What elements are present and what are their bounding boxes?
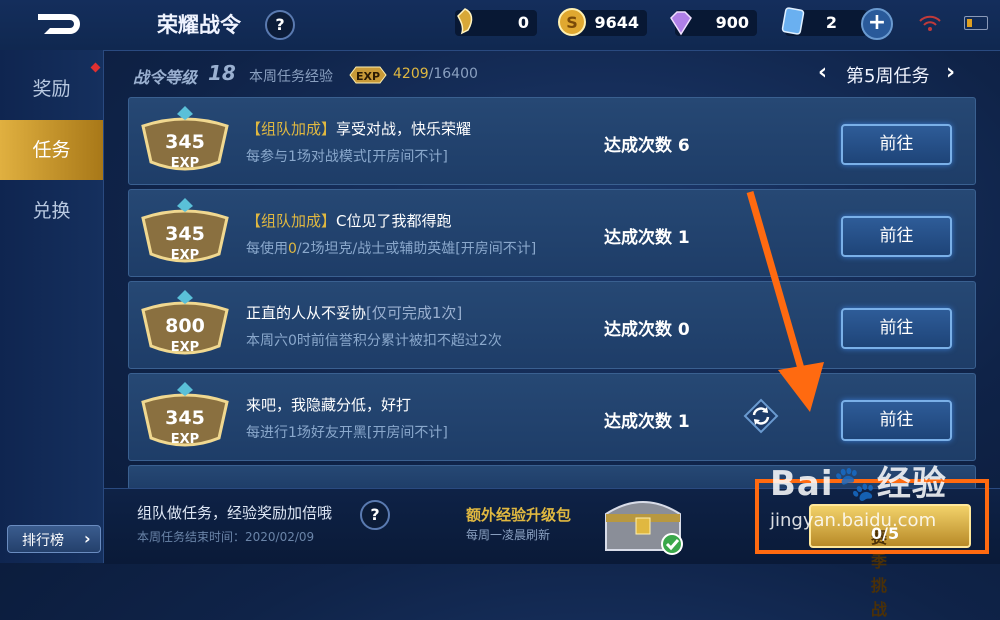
- completion-count: 达成次数 0: [604, 320, 690, 340]
- weekly-exp-label: 本周任务经验: [249, 69, 333, 85]
- exp-medal-icon: 800 EXP: [141, 290, 229, 355]
- medal-exp-label: EXP: [171, 248, 199, 263]
- leaderboard-button[interactable]: 排行榜 ›: [7, 525, 101, 553]
- diamond-icon: [670, 11, 692, 36]
- next-week-button[interactable]: ›: [946, 60, 955, 85]
- task-row: 345 EXP 【组队加成】享受对战，快乐荣耀 每参与1场对战模式[开房间不计]…: [128, 97, 976, 185]
- task-description: 每参与1场对战模式[开房间不计]: [246, 149, 448, 165]
- svg-text:S: S: [566, 13, 578, 32]
- voucher-amount: 2: [825, 13, 837, 32]
- exp-badge-icon: EXP: [349, 66, 387, 84]
- exp-current: 4209: [393, 66, 429, 82]
- voucher-card-icon: [781, 7, 805, 35]
- pass-level-label: 战令等级: [133, 68, 198, 87]
- prev-week-button[interactable]: ‹: [818, 60, 827, 85]
- task-title: 来吧，我隐藏分低，好打: [246, 394, 411, 415]
- week-end-time: 本周任务结束时间：2020/02/09: [137, 530, 315, 544]
- sidebar-item-tasks[interactable]: 任务: [0, 120, 103, 180]
- exp-max: /16400: [428, 66, 478, 82]
- task-row: 800 EXP 正直的人从不妥协[仅可完成1次] 本周六0时前信誉积分累计被扣不…: [128, 281, 976, 369]
- page-title: 荣耀战令: [157, 13, 241, 37]
- task-title: 正直的人从不妥协[仅可完成1次]: [246, 302, 462, 323]
- sidebar-item-exchange[interactable]: 兑换: [0, 181, 103, 241]
- task-title-text: C位见了我都得跑: [336, 212, 452, 230]
- add-voucher-button[interactable]: +: [861, 8, 893, 40]
- task-title: 【组队加成】C位见了我都得跑: [246, 210, 452, 231]
- completion-count: 达成次数 1: [604, 412, 690, 432]
- wifi-icon: [919, 15, 941, 31]
- back-arrow-icon[interactable]: [30, 8, 82, 40]
- go-button[interactable]: 前往: [841, 124, 952, 165]
- exp-medal-icon: 345 EXP: [141, 382, 229, 447]
- help-button[interactable]: ?: [265, 10, 295, 40]
- exp-pack-title: 额外经验升级包: [466, 506, 572, 524]
- exp-pack-refresh: 每周一凌晨刷新: [466, 528, 551, 542]
- gold-coin-icon: S: [558, 8, 586, 36]
- leaderboard-label: 排行榜: [22, 533, 64, 549]
- task-description: 本周六0时前信誉积分累计被扣不超过2次: [246, 333, 502, 349]
- task-title: 【组队加成】享受对战，快乐荣耀: [246, 118, 471, 139]
- desc-progress: 0: [288, 241, 297, 257]
- go-button[interactable]: 前往: [841, 216, 952, 257]
- top-bar: 荣耀战令 ? 0 9644 S 900 2 +: [0, 0, 1000, 51]
- sidebar-item-rewards[interactable]: 奖励: [0, 59, 103, 119]
- treasure-chest-icon[interactable]: [598, 490, 688, 558]
- task-description: 每使用0/2场坦克/战士或辅助英雄[开房间不计]: [246, 238, 536, 258]
- task-title-text: 正直的人从不妥协: [246, 304, 367, 322]
- completion-count: 达成次数 1: [604, 228, 690, 248]
- task-title-text: 来吧，我隐藏分低，好打: [246, 396, 412, 414]
- medal-exp-value: 345: [165, 223, 205, 245]
- task-description: 每进行1场好友开黑[开房间不计]: [246, 425, 448, 441]
- battery-icon: [964, 16, 988, 30]
- gold-amount: 9644: [594, 13, 639, 32]
- medal-exp-value: 800: [165, 315, 205, 337]
- baidu-watermark-url: jingyan.baidu.com: [770, 510, 937, 531]
- desc-suffix: /2场坦克/战士或辅助英雄[开房间不计]: [296, 241, 537, 257]
- go-button[interactable]: 前往: [841, 400, 952, 441]
- task-limit-note: [仅可完成1次]: [366, 304, 463, 322]
- team-bonus-tag: 【组队加成】: [246, 120, 337, 138]
- exp-medal-icon: 345 EXP: [141, 106, 229, 171]
- task-row: 345 EXP 【组队加成】C位见了我都得跑 每使用0/2场坦克/战士或辅助英雄…: [128, 189, 976, 277]
- diamond-amount: 900: [715, 13, 749, 32]
- medal-exp-label: EXP: [171, 340, 199, 355]
- team-tip-text: 组队做任务，经验奖励加倍哦: [137, 504, 333, 522]
- baidu-watermark: Bai🐾经验: [770, 464, 947, 504]
- chevron-right-icon: ›: [84, 529, 91, 548]
- sidebar: 奖励 任务 兑换: [0, 50, 104, 563]
- completion-count: 达成次数 6: [604, 136, 690, 156]
- go-button[interactable]: 前往: [841, 308, 952, 349]
- tip-help-button[interactable]: ?: [360, 500, 390, 530]
- medal-exp-value: 345: [165, 407, 205, 429]
- medal-exp-label: EXP: [171, 432, 199, 447]
- task-title-text: 享受对战，快乐荣耀: [336, 120, 472, 138]
- exp-medal-icon: 345 EXP: [141, 198, 229, 263]
- weekly-exp-value: 4209/16400: [393, 66, 478, 82]
- orange-arrow-annotation: [746, 191, 824, 412]
- token-amount: 0: [517, 13, 529, 32]
- task-row: 345 EXP 来吧，我隐藏分低，好打 每进行1场好友开黑[开房间不计] 达成次…: [128, 373, 976, 461]
- team-bonus-tag: 【组队加成】: [246, 212, 337, 230]
- token-icon: [457, 8, 473, 35]
- pass-level-value: 18: [208, 61, 236, 85]
- week-label: 第5周任务: [846, 66, 930, 87]
- exp-badge-text: EXP: [356, 70, 380, 83]
- desc-prefix: 每使用: [246, 241, 288, 257]
- medal-exp-label: EXP: [171, 156, 199, 171]
- medal-exp-value: 345: [165, 131, 205, 153]
